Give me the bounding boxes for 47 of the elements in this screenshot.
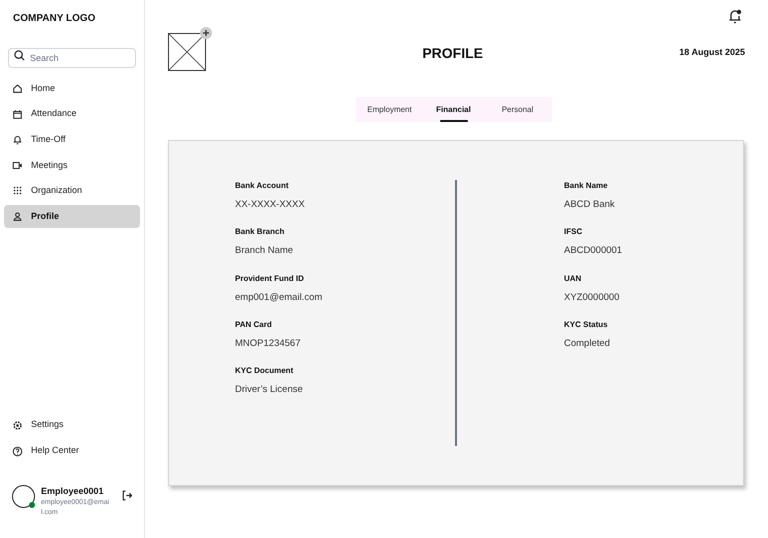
home-icon xyxy=(12,83,23,94)
field-value: Driver’s License xyxy=(235,383,304,397)
field-label: UAN xyxy=(564,272,582,284)
nav-item[interactable]: Organization xyxy=(4,179,140,202)
field-label: KYC Document xyxy=(235,365,294,377)
field-value: XYZ0000000 xyxy=(564,290,620,304)
field-value: ABCD000001 xyxy=(564,244,624,258)
field-label: Bank Name xyxy=(564,180,609,192)
date-label: 18 August 2025 xyxy=(679,46,745,59)
add-photo-icon[interactable] xyxy=(200,27,212,39)
company-logo: COMPANY LOGO xyxy=(12,12,96,26)
logout-icon[interactable] xyxy=(122,490,132,500)
field-value: MNOP1234567 xyxy=(235,336,302,351)
field-value: ABCD Bank xyxy=(564,198,616,212)
search-icon xyxy=(14,50,25,60)
nav-item[interactable]: Help Center xyxy=(4,440,140,462)
user-name: Employee0001 xyxy=(41,484,105,498)
field-value: Completed xyxy=(564,336,611,351)
page-title: PROFILE xyxy=(421,44,484,63)
field-label: IFSC xyxy=(564,226,584,238)
user-icon xyxy=(12,210,23,222)
field-value: emp001@email.com xyxy=(235,290,324,304)
calendar-icon xyxy=(12,108,23,120)
nav-item[interactable]: Home xyxy=(4,77,140,100)
tab[interactable]: Financial xyxy=(422,97,486,122)
field-label: Bank Account xyxy=(235,180,290,192)
video-icon xyxy=(12,160,23,171)
help-icon xyxy=(12,446,23,456)
nav-item[interactable]: Time-Off xyxy=(4,128,140,152)
nav-item[interactable]: Profile xyxy=(4,204,140,228)
tab[interactable]: Personal xyxy=(486,97,550,122)
settings-icon xyxy=(12,420,23,430)
nav-item[interactable]: Settings xyxy=(4,414,140,436)
tab[interactable]: Employment xyxy=(358,97,422,122)
grid-icon xyxy=(12,185,23,196)
field-label: PAN Card xyxy=(235,318,273,331)
field-label: Bank Branch xyxy=(235,226,286,238)
bell-icon xyxy=(12,134,23,146)
nav-item[interactable]: Meetings xyxy=(4,154,140,177)
nav-item[interactable]: Attendance xyxy=(4,102,140,126)
notification-icon[interactable] xyxy=(728,9,742,24)
field-label: Provident Fund ID xyxy=(235,272,305,284)
field-value: XX-XXXX-XXXX xyxy=(235,198,306,212)
search-field[interactable]: Search xyxy=(8,48,136,68)
field-value: Branch Name xyxy=(235,244,294,258)
field-label: KYC Status xyxy=(564,318,609,331)
image-placeholder-icon xyxy=(168,33,206,71)
